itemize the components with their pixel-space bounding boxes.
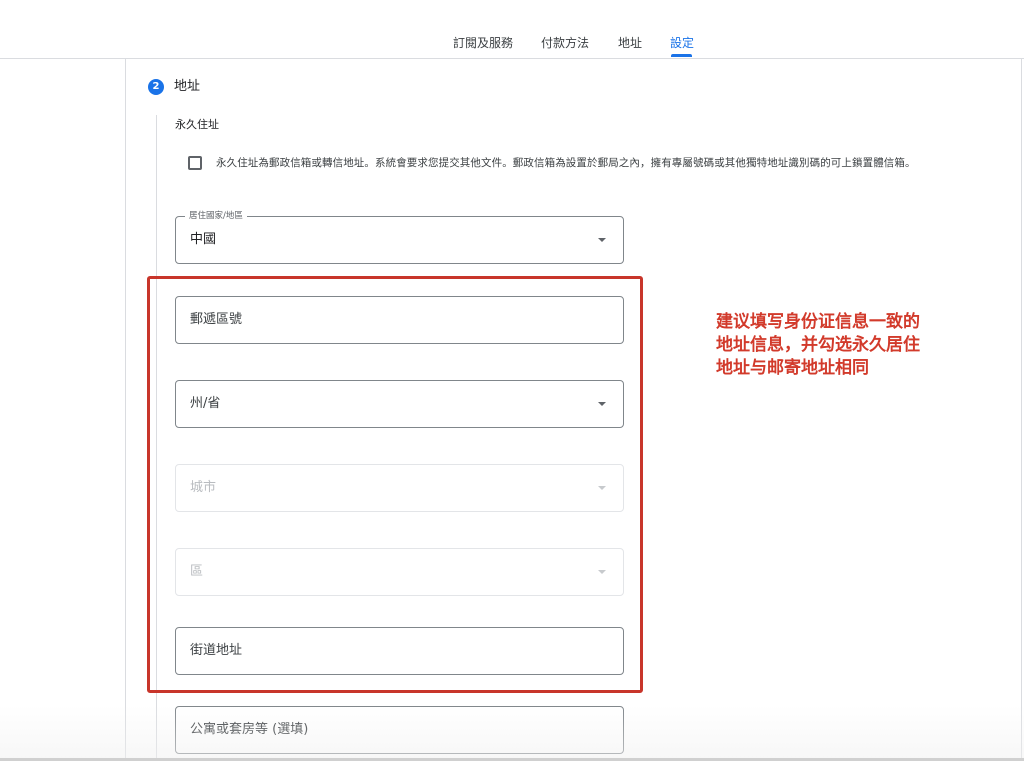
po-box-checkbox-label: 永久住址為郵政信箱或轉信地址。系統會要求您提交其他文件。郵政信箱為設置於郵局之內… (216, 157, 916, 169)
annotation-line: 地址与邮寄地址相同 (716, 358, 869, 378)
dropdown-arrow-icon (598, 402, 606, 406)
postal-code-placeholder: 郵遞區號 (190, 312, 243, 327)
annotation-line: 建议填写身份证信息一致的 (716, 312, 920, 332)
city-placeholder: 城市 (190, 480, 217, 495)
province-select[interactable]: 州/省 (175, 380, 624, 428)
country-select-label: 居住國家/地區 (185, 210, 247, 222)
country-select[interactable]: 居住國家/地區 中國 (175, 210, 624, 264)
province-placeholder: 州/省 (190, 396, 221, 411)
annotation-note: 建议填写身份证信息一致的 地址信息，并勾选永久居住 地址与邮寄地址相同 (716, 311, 996, 380)
tab-settings[interactable]: 設定 (670, 36, 694, 50)
country-select-value: 中國 (190, 232, 217, 247)
active-tab-indicator (671, 54, 692, 57)
postal-code-input[interactable]: 郵遞區號 (175, 296, 624, 344)
tab-subscriptions[interactable]: 訂閱及服務 (453, 36, 513, 50)
step-title: 地址 (174, 79, 201, 94)
dropdown-arrow-icon (598, 570, 606, 574)
step-number-badge: 2 (148, 79, 164, 95)
settings-page: 訂閱及服務 付款方法 地址 設定 2 地址 永久住址 永久住址為郵政信箱或轉信地… (0, 0, 1024, 761)
step-connector-line (156, 115, 157, 761)
dropdown-arrow-icon (598, 486, 606, 490)
content-left-border (125, 58, 126, 761)
dropdown-arrow-icon (598, 238, 606, 242)
city-select[interactable]: 城市 (175, 464, 624, 512)
content-right-border (1021, 58, 1022, 761)
tab-addresses[interactable]: 地址 (618, 36, 642, 50)
po-box-checkbox[interactable] (188, 156, 202, 170)
annotation-line: 地址信息，并勾选永久居住 (716, 335, 920, 355)
district-placeholder: 區 (190, 564, 204, 579)
apartment-input[interactable]: 公寓或套房等 (選填) (175, 706, 624, 754)
street-address-input[interactable]: 街道地址 (175, 627, 624, 675)
apartment-placeholder: 公寓或套房等 (選填) (190, 722, 309, 737)
top-nav: 訂閱及服務 付款方法 地址 設定 (0, 0, 1024, 59)
tab-payment-methods[interactable]: 付款方法 (541, 36, 589, 50)
district-select[interactable]: 區 (175, 548, 624, 596)
permanent-address-heading: 永久住址 (175, 118, 219, 131)
street-address-placeholder: 街道地址 (190, 643, 243, 658)
